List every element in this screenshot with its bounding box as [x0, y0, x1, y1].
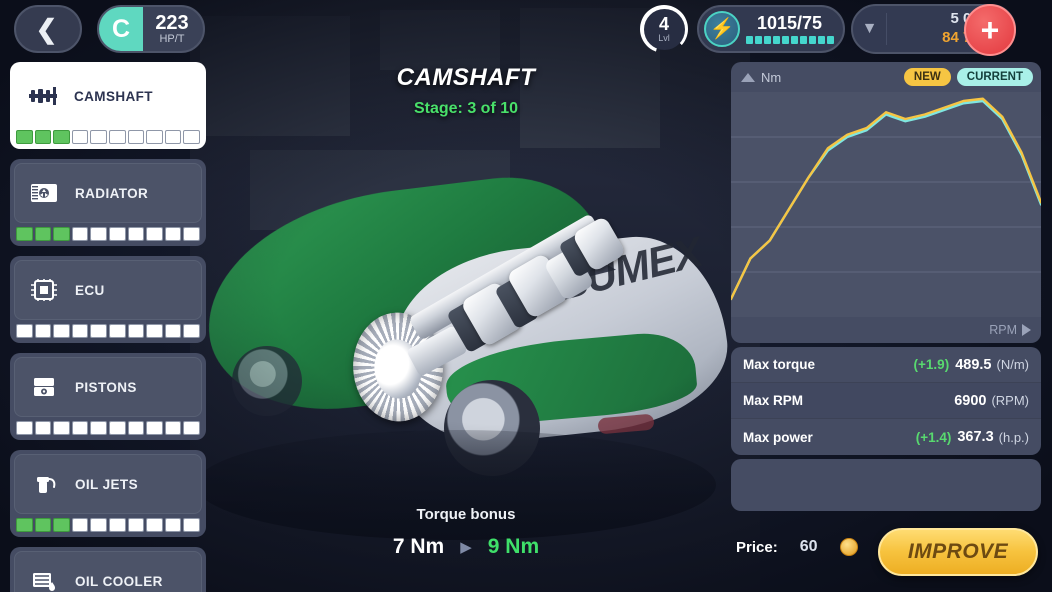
energy-values: 1015/75: [740, 12, 843, 45]
currency-panel[interactable]: ▼ 5 096 84 747 +: [851, 4, 1016, 56]
torque-chart-card: Nm NEW CURRENT RPM: [731, 62, 1041, 343]
legend-badge-current[interactable]: CURRENT: [956, 68, 1033, 86]
sidebar-item-oil-cooler-inner: OIL COOLER: [14, 551, 202, 592]
chart-x-axis-label: RPM: [989, 323, 1017, 337]
level-label: Lvl: [658, 33, 670, 43]
sidebar-item-ecu-label: ECU: [75, 282, 105, 298]
rating-grade: C: [99, 7, 143, 51]
energy-progress-bar: [740, 36, 839, 45]
stage-label: Stage: 3 of 10: [413, 100, 519, 117]
chart-plot-area: [731, 92, 1041, 317]
improve-button[interactable]: IMPROVE: [878, 528, 1038, 576]
energy-value: 1015/75: [756, 12, 823, 33]
stat-delta: (+1.4): [915, 429, 952, 445]
stats-table: Max torque (+1.9) 489.5 (N/m) Max RPM 69…: [731, 347, 1041, 455]
sidebar-item-camshaft-inner: CAMSHAFT: [14, 66, 202, 126]
sidebar-item-radiator-inner: RADIATOR: [14, 163, 202, 223]
pistons-icon: [29, 374, 59, 400]
stat-unit: (h.p.): [998, 429, 1029, 445]
camshaft-progress-bar: [14, 130, 202, 145]
sidebar-item-oil-cooler-label: OIL COOLER: [75, 573, 163, 589]
camshaft-icon: [28, 83, 58, 109]
sidebar-item-oil-cooler[interactable]: OIL COOLER: [10, 547, 206, 592]
chevron-left-icon: ❮: [35, 14, 58, 44]
sidebar-item-camshaft-label: CAMSHAFT: [74, 88, 153, 104]
chart-line-current: [731, 99, 1041, 301]
sidebar-item-ecu-inner: ECU: [14, 260, 202, 320]
price-label: Price:: [736, 538, 778, 556]
ecu-chip-icon: [29, 277, 59, 303]
game-screen: BUMEX ❮ C 223: [0, 0, 1052, 592]
top-bar: ❮ C 223 HP/T 4 Lvl ⚡ 1015/75 ▼ 5 84 +: [0, 0, 1052, 58]
triangle-up-icon: [741, 72, 755, 82]
sidebar-item-radiator[interactable]: RADIATOR: [10, 159, 206, 246]
ecu-progress-bar: [14, 324, 202, 339]
price-value: 60: [799, 538, 818, 555]
torque-new-value: 9 Nm: [487, 535, 540, 558]
gold-coin-icon: [839, 538, 858, 556]
rating-badge[interactable]: C 223 HP/T: [97, 5, 205, 53]
rating-values: 223 HP/T: [143, 13, 203, 45]
chart-svg: [731, 97, 1041, 301]
part-header: CAMSHAFT Stage: 3 of 10: [216, 64, 716, 118]
table-row: Max RPM 6900 (RPM): [731, 383, 1041, 419]
stat-label: Max torque: [743, 357, 816, 372]
oil-jets-progress-bar: [14, 518, 202, 533]
torque-bonus-values: 7 Nm ▶ 9 Nm: [216, 535, 716, 559]
sidebar-item-pistons[interactable]: PISTONS: [10, 353, 206, 440]
level-indicator[interactable]: 4 Lvl: [640, 5, 688, 53]
level-value: 4: [658, 14, 669, 34]
chart-line-new: [731, 97, 1041, 301]
stat-label: Max RPM: [743, 393, 804, 408]
torque-bonus-section: Torque bonus 7 Nm ▶ 9 Nm: [216, 506, 716, 559]
legend-badge-new[interactable]: NEW: [903, 68, 951, 86]
torque-old-value: 7 Nm: [392, 535, 445, 558]
rating-unit: HP/T: [159, 32, 185, 45]
page-title: CAMSHAFT: [396, 64, 536, 91]
table-row: Max power (+1.4) 367.3 (h.p.): [731, 419, 1041, 455]
stat-unit: (N/m): [996, 357, 1030, 372]
lightning-bolt-icon: ⚡: [704, 11, 740, 47]
triangle-right-icon: [1022, 324, 1031, 336]
sidebar-item-oil-jets[interactable]: OIL JETS: [10, 450, 206, 537]
oil-cooler-icon: [29, 568, 59, 592]
sidebar-item-radiator-label: RADIATOR: [75, 185, 149, 201]
stat-value: 6900: [954, 392, 987, 409]
torque-bonus-title: Torque bonus: [416, 506, 516, 523]
pistons-progress-bar: [14, 421, 202, 436]
level-inner: 4 Lvl: [643, 8, 685, 50]
chart-series-lines: [731, 97, 1041, 301]
chart-y-axis-label: Nm: [761, 69, 782, 85]
table-row: Max torque (+1.9) 489.5 (N/m): [731, 347, 1041, 383]
panel-spacer: [731, 459, 1041, 511]
back-button[interactable]: ❮: [14, 5, 82, 53]
chevron-down-icon[interactable]: ▼: [853, 12, 887, 46]
stat-delta: (+1.9): [913, 357, 950, 372]
chart-footer: RPM: [731, 317, 1041, 343]
improve-button-label: IMPROVE: [907, 540, 1009, 563]
chart-gridlines: [731, 136, 1041, 273]
parts-sidebar: CAMSHAFT RADIATOR ECU PISTONS OIL JETS O…: [10, 62, 206, 592]
sidebar-item-pistons-label: PISTONS: [75, 379, 137, 395]
radiator-progress-bar: [14, 227, 202, 242]
chart-header: Nm NEW CURRENT: [731, 62, 1041, 92]
sidebar-item-oil-jets-label: OIL JETS: [75, 476, 138, 492]
play-arrow-icon: ▶: [460, 539, 472, 556]
price-row: Price: 60: [736, 538, 858, 556]
sidebar-item-pistons-inner: PISTONS: [14, 357, 202, 417]
stat-unit: (RPM): [991, 393, 1029, 408]
stat-label: Max power: [743, 429, 813, 445]
sidebar-item-ecu[interactable]: ECU: [10, 256, 206, 343]
add-currency-button[interactable]: +: [964, 4, 1016, 56]
energy-meter[interactable]: ⚡ 1015/75: [697, 5, 845, 53]
sidebar-item-camshaft[interactable]: CAMSHAFT: [10, 62, 206, 149]
oil-jets-icon: [29, 471, 59, 497]
stat-value: 367.3: [957, 429, 994, 445]
sidebar-item-oil-jets-inner: OIL JETS: [14, 454, 202, 514]
radiator-icon: [29, 180, 59, 206]
rating-value: 223: [155, 12, 189, 35]
stat-value: 489.5: [955, 356, 992, 373]
stats-panel: Nm NEW CURRENT RPM Max torque (+1.9) 489…: [731, 62, 1041, 511]
